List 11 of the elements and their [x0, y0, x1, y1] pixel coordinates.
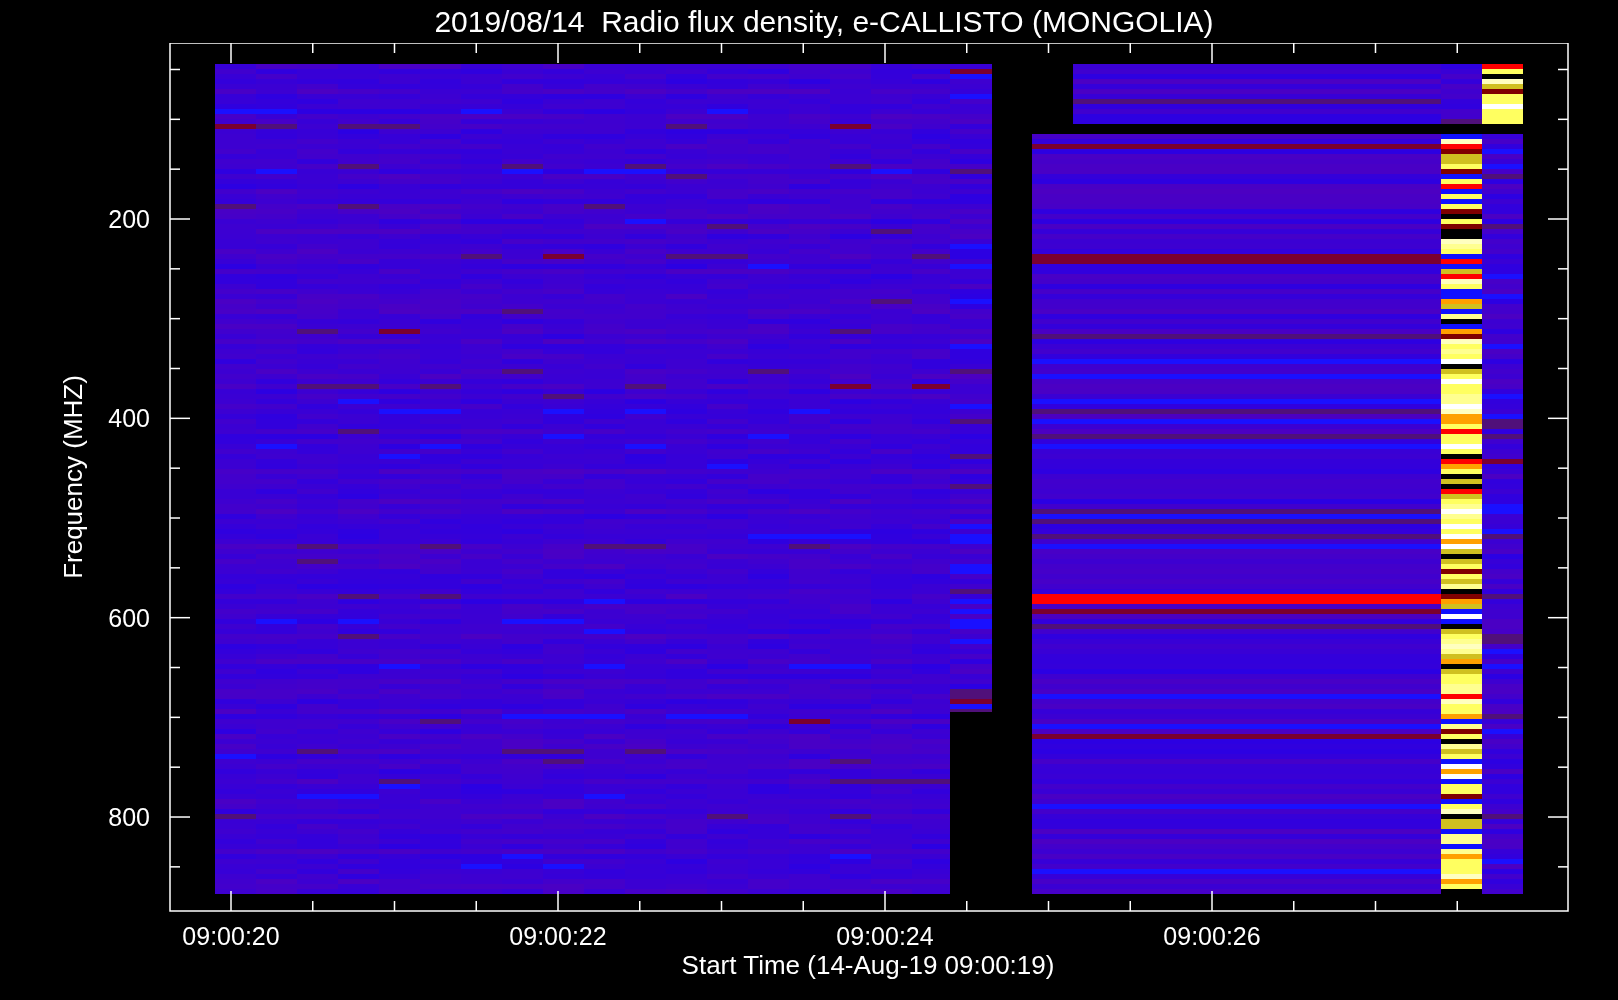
tick-label: 09:00:24 [836, 922, 934, 950]
tick-label: 800 [108, 803, 150, 831]
tick-label: 09:00:26 [1163, 922, 1261, 950]
tick-label: 600 [108, 603, 150, 632]
axis-label: Start Time (14-Aug-19 09:00:19) [681, 950, 1055, 980]
tick-label: 09:00:22 [509, 922, 607, 950]
chart-title: 2019/08/14 Radio flux density, e-CALLISTO (MONGOLIA) [433, 3, 1215, 40]
axis-label: Frequency (MHZ) [58, 375, 88, 579]
tick-label: 200 [108, 205, 150, 233]
tick-label: 400 [108, 404, 150, 433]
tick-label: 09:00:20 [182, 922, 280, 950]
